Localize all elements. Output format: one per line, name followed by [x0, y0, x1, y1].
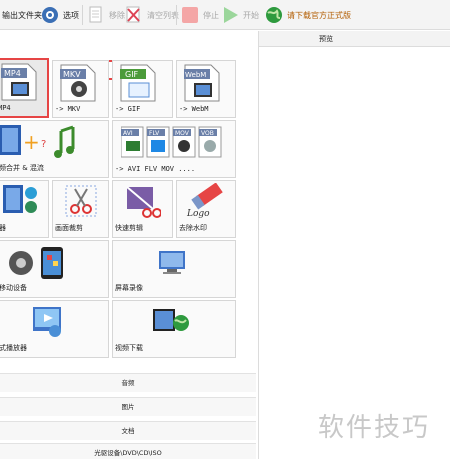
tile-mobile-device-label: 移动设备	[0, 284, 27, 292]
flv-badge: FLV	[149, 130, 160, 137]
download-official-label: 请下载官方正式版	[287, 10, 351, 20]
tile-crop-label: 画面裁剪	[55, 224, 83, 232]
tile-mobile-device[interactable]: 移动设备	[0, 240, 109, 298]
start-button[interactable]: 开始	[220, 4, 259, 26]
preview-header-label: 预览	[319, 35, 333, 43]
tile-screen-recorder[interactable]: 屏幕录像	[112, 240, 236, 298]
compress-icon	[3, 185, 37, 213]
tile-webm-label: -> WebM	[179, 105, 209, 113]
tile-video-download-label: 视频下载	[115, 344, 143, 352]
remove-label: 移除	[109, 10, 125, 20]
toolbar: 输出文件夹 选项 移除 清空列表 停止 开始 请下载官方正式版	[0, 0, 450, 30]
stop-icon	[180, 5, 200, 25]
download-official-button[interactable]: 请下载官方正式版	[264, 4, 351, 26]
eraser-icon: Logo	[186, 183, 223, 219]
stop-button[interactable]: 停止	[180, 4, 219, 26]
toolbar-divider	[176, 5, 177, 25]
tile-crop[interactable]: 画面裁剪	[52, 180, 109, 238]
screen-recorder-icon	[159, 251, 185, 274]
output-folder-label: 输出文件夹	[2, 10, 42, 20]
tile-remove-watermark-label: 去除水印	[179, 224, 207, 232]
quick-cut-icon	[126, 186, 161, 218]
tile-gif-label: -> GIF	[115, 105, 141, 113]
category-image-label: 图片	[121, 403, 135, 411]
category-audio-label: 音频	[121, 379, 135, 387]
tile-remove-watermark[interactable]: Logo 去除水印	[176, 180, 236, 238]
preview-header: 预览	[259, 31, 450, 47]
logo-text: Logo	[186, 209, 210, 219]
tile-merge-mux[interactable]: + ? 频合并 & 混流	[0, 120, 109, 178]
globe-icon	[264, 5, 284, 25]
tile-avi-flv-mov[interactable]: AVI FLV MOV VOB -> AVI FLV MOV ....	[112, 120, 236, 178]
video-download-icon	[153, 309, 189, 331]
tile-webm[interactable]: WebM -> WebM	[176, 60, 236, 118]
svg-text:?: ?	[41, 139, 46, 150]
clear-list-icon	[124, 5, 144, 25]
gif-icon: GIF	[120, 64, 156, 102]
merge-mux-icon: + ?	[0, 125, 75, 158]
options-button[interactable]: 选项	[40, 4, 79, 26]
mp4-badge: MP4	[4, 69, 21, 78]
tile-screen-recorder-label: 屏幕录像	[115, 284, 143, 292]
tile-compressor[interactable]: 器	[0, 180, 49, 238]
start-label: 开始	[243, 10, 259, 20]
category-disc-device[interactable]: 光驱设备\DVD\CD\ISO	[0, 443, 256, 459]
stop-label: 停止	[203, 10, 219, 20]
remove-button[interactable]: 移除	[86, 4, 125, 26]
crop-icon	[65, 185, 97, 217]
player-icon	[33, 307, 61, 337]
tile-mkv[interactable]: MKV -> MKV	[52, 60, 109, 118]
tile-player[interactable]: 式播放器	[0, 300, 109, 358]
category-document[interactable]: 文档	[0, 421, 256, 440]
webm-icon: WebM	[184, 64, 220, 102]
left-pane: 视频 MP4 MP4 MKV -> MKV	[0, 31, 256, 459]
mov-badge: MOV	[175, 130, 190, 137]
tile-mkv-label: -> MKV	[55, 105, 81, 113]
avi-badge: AVI	[123, 130, 133, 137]
mkv-badge: MKV	[63, 70, 81, 79]
tile-avi-flv-mov-label: -> AVI FLV MOV ....	[115, 165, 196, 173]
gif-badge: GIF	[125, 70, 139, 79]
watermark-text: 软件技巧	[318, 413, 431, 443]
category-image[interactable]: 图片	[0, 397, 256, 416]
tile-merge-mux-label: 频合并 & 混流	[0, 164, 44, 172]
tile-video-download[interactable]: 视频下载	[112, 300, 236, 358]
tile-mp4-label: MP4	[0, 104, 11, 112]
remove-icon	[86, 5, 106, 25]
tile-quick-cut-label: 快速剪辑	[115, 224, 143, 232]
tile-gif[interactable]: GIF -> GIF	[112, 60, 173, 118]
toolbar-divider	[82, 5, 83, 25]
mkv-icon: MKV	[60, 64, 96, 102]
output-folder-button[interactable]: 输出文件夹	[2, 4, 42, 26]
vob-badge: VOB	[201, 130, 214, 137]
tile-compressor-label: 器	[0, 223, 6, 233]
video-format-grid: MP4 MP4 MKV -> MKV GIF -> GI	[0, 58, 256, 358]
svg-text:+: +	[23, 130, 40, 154]
mp4-icon: MP4	[1, 63, 37, 101]
tile-quick-cut[interactable]: 快速剪辑	[112, 180, 173, 238]
category-document-label: 文档	[121, 427, 135, 435]
avi-flv-mov-icons: AVI FLV MOV VOB	[121, 126, 222, 158]
options-label: 选项	[63, 10, 79, 20]
tile-player-label: 式播放器	[0, 344, 27, 352]
tile-mp4[interactable]: MP4 MP4	[0, 58, 49, 118]
mobile-device-icon	[9, 247, 63, 279]
clear-list-button[interactable]: 清空列表	[124, 4, 179, 26]
category-disc-device-label: 光驱设备\DVD\CD\ISO	[94, 449, 162, 457]
clear-list-label: 清空列表	[147, 10, 179, 20]
options-icon	[40, 5, 60, 25]
play-icon	[220, 5, 240, 25]
preview-pane: 预览	[258, 31, 450, 459]
category-audio[interactable]: 音频	[0, 373, 256, 392]
webm-badge: WebM	[185, 71, 206, 79]
